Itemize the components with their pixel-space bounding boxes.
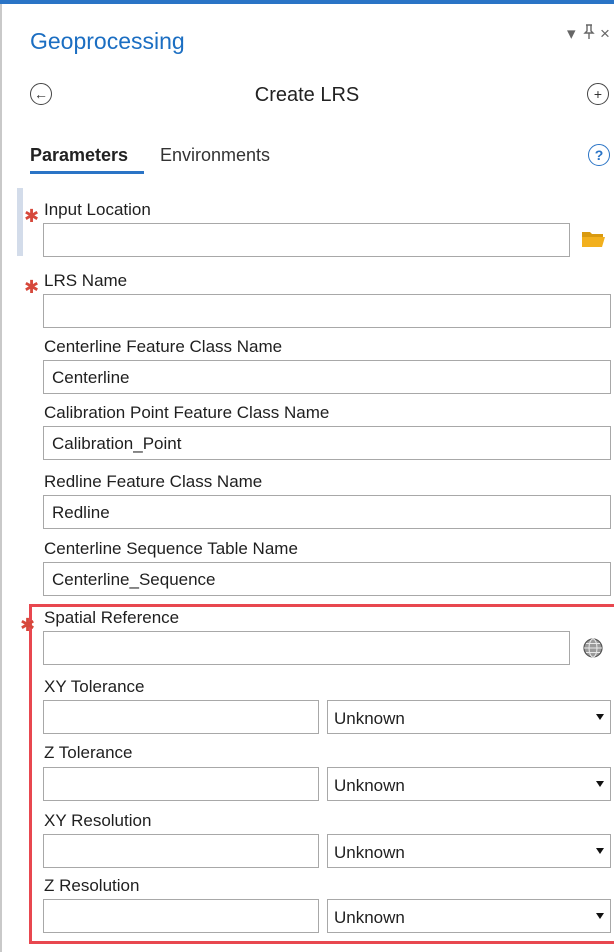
selected-parameter-indicator [17,188,23,256]
redline-fc-field[interactable]: Redline [43,495,611,529]
xy-tolerance-label: XY Tolerance [44,677,145,696]
xy-resolution-label: XY Resolution [44,811,152,830]
redline-fc-label: Redline Feature Class Name [44,472,263,491]
help-icon[interactable]: ? [588,144,610,166]
sequence-table-label: Centerline Sequence Table Name [44,539,298,558]
pane-title: Geoprocessing [30,28,185,54]
required-marker-icon: ✱ [24,206,40,226]
z-resolution-unit-value: Unknown [334,908,405,927]
xy-tolerance-unit-select[interactable]: Unknown [327,700,611,734]
required-marker-icon: ✱ [20,615,36,635]
z-tolerance-field[interactable] [43,767,319,801]
centerline-fc-label: Centerline Feature Class Name [44,337,283,356]
lrs-name-label: LRS Name [44,271,128,290]
z-resolution-field[interactable] [43,899,319,933]
z-tolerance-unit-value: Unknown [334,776,405,795]
input-location-label: Input Location [44,200,151,219]
chevron-down-icon [596,781,604,787]
pane-menu-icon[interactable]: ▾ [567,24,576,44]
folder-icon[interactable] [581,229,606,248]
xy-resolution-unit-value: Unknown [334,843,405,862]
calibration-fc-field[interactable]: Calibration_Point [43,426,611,460]
xy-tolerance-field[interactable] [43,700,319,734]
calibration-fc-label: Calibration Point Feature Class Name [44,403,330,422]
active-tab-indicator [30,171,144,174]
plus-icon: + [593,86,603,102]
z-resolution-label: Z Resolution [44,876,140,895]
pane-left-border [0,4,2,952]
chevron-down-icon [596,848,604,854]
add-button[interactable]: + [587,83,609,105]
pane-top-border [0,0,614,4]
z-resolution-unit-select[interactable]: Unknown [327,899,611,933]
tab-environments[interactable]: Environments [160,145,270,166]
chevron-down-icon [596,714,604,720]
z-tolerance-unit-select[interactable]: Unknown [327,767,611,801]
tool-title: Create LRS [254,84,360,106]
lrs-name-field[interactable] [43,294,611,328]
pin-icon[interactable] [583,24,595,45]
centerline-fc-field[interactable]: Centerline [43,360,611,394]
xy-resolution-unit-select[interactable]: Unknown [327,834,611,868]
globe-icon[interactable] [582,637,604,659]
chevron-down-icon [596,913,604,919]
spatial-reference-field[interactable] [43,631,570,665]
z-tolerance-label: Z Tolerance [44,743,133,762]
input-location-field[interactable] [43,223,570,257]
xy-tolerance-unit-value: Unknown [334,709,405,728]
close-icon[interactable]: × [600,24,610,44]
sequence-table-field[interactable]: Centerline_Sequence [43,562,611,596]
required-marker-icon: ✱ [24,277,40,297]
tab-parameters[interactable]: Parameters [30,145,128,166]
spatial-reference-label: Spatial Reference [44,608,180,627]
xy-resolution-field[interactable] [43,834,319,868]
